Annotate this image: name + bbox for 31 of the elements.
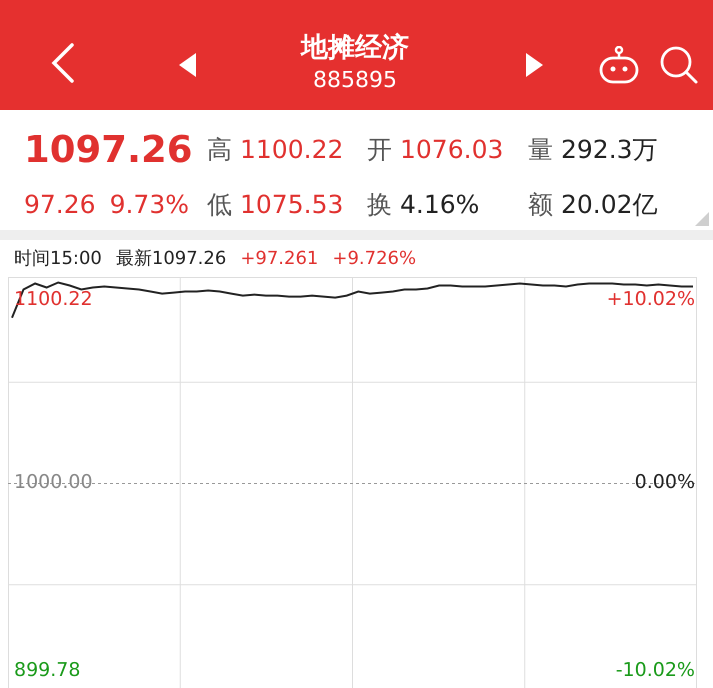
time-label: 时间15:00 [14, 247, 102, 271]
stat-value: 1100.22 [240, 134, 344, 166]
stat-label: 高 [207, 134, 232, 166]
change-amount: 97.26 [24, 189, 96, 222]
change-amount: +97.261 [240, 247, 318, 271]
stock-title: 地摊经济 [301, 30, 409, 64]
stat-label: 低 [207, 189, 232, 222]
stat-value: 1075.53 [240, 189, 344, 222]
stat-label: 换 [367, 189, 392, 222]
stat-value: 1076.03 [400, 134, 504, 166]
latest-price: 最新1097.26 [116, 247, 226, 271]
axis-label: -10.02% [616, 659, 695, 681]
change-percent: 9.73% [110, 189, 189, 222]
stat-label: 额 [528, 189, 553, 222]
change-percent: +9.726% [332, 247, 416, 271]
stat-label: 量 [528, 134, 553, 166]
stat-value: 20.02亿 [561, 189, 658, 222]
axis-label: +10.02% [606, 288, 695, 310]
current-price: 1097.26 [24, 127, 193, 173]
stat-value: 292.3万 [561, 134, 658, 166]
back-icon[interactable] [50, 42, 76, 84]
next-icon[interactable] [525, 52, 543, 76]
stock-code: 885895 [313, 66, 397, 94]
stat-label: 开 [367, 134, 392, 166]
previous-icon[interactable] [179, 52, 197, 76]
axis-label: 0.00% [634, 470, 695, 492]
search-icon[interactable] [659, 44, 699, 84]
axis-label: 899.78 [14, 659, 80, 681]
robot-icon[interactable] [598, 46, 640, 84]
stat-value: 4.16% [400, 189, 480, 222]
axis-label: 1000.00 [14, 470, 93, 492]
